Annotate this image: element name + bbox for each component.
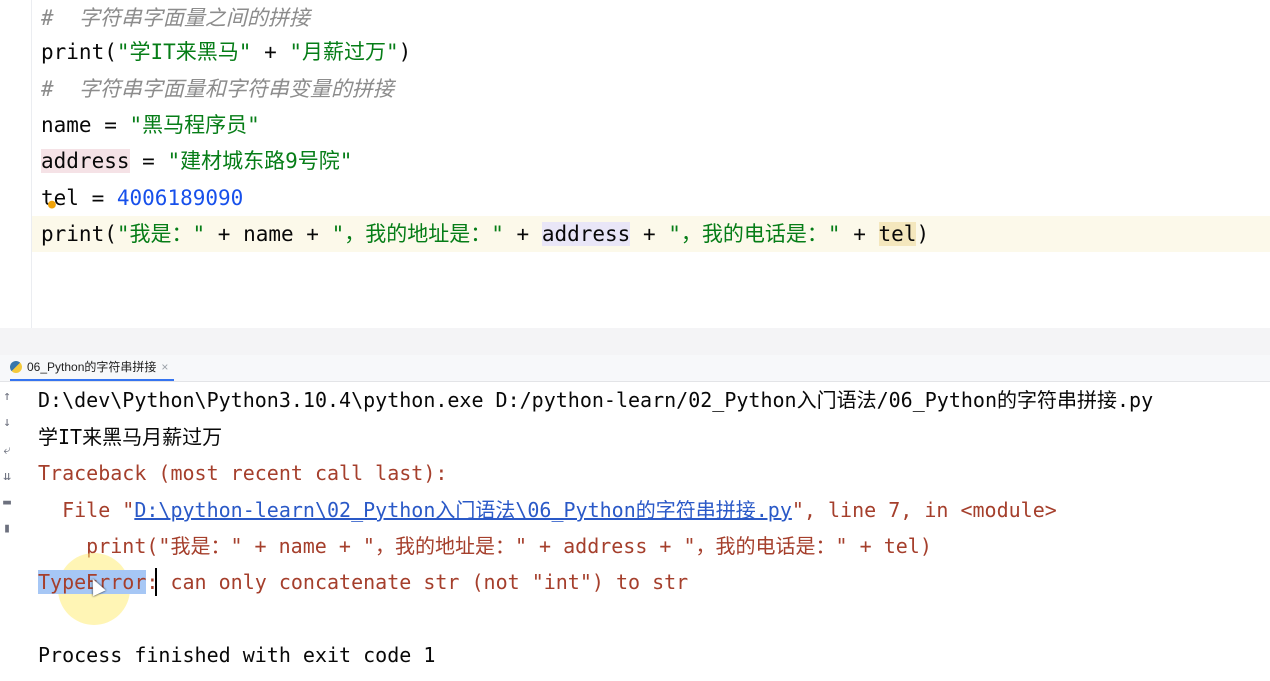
traceback-file-suffix: ", line 7, in <module>	[791, 498, 1057, 522]
code-line-print-1[interactable]: print("学IT来黑马" + "月薪过万")	[41, 34, 411, 70]
trash-icon[interactable]: ▮	[1, 522, 13, 536]
code-line-address[interactable]: address = "建材城东路9号院"	[41, 143, 352, 179]
console-process-finished: Process finished with exit code 1	[38, 643, 436, 667]
code-variable: address	[541, 222, 631, 246]
code-string: "建材城东路9号院"	[167, 149, 353, 173]
code-token: =	[78, 186, 117, 210]
panel-splitter[interactable]	[0, 328, 1270, 356]
close-icon[interactable]: ×	[161, 355, 168, 379]
console-error-line: TypeError: can only concatenate str (not…	[38, 564, 688, 600]
code-token: )	[916, 222, 930, 246]
code-token: + name +	[205, 222, 332, 246]
editor-gutter[interactable]	[0, 0, 32, 328]
code-line-name[interactable]: name = "黑马程序员"	[41, 107, 260, 143]
print-icon[interactable]: ▬	[1, 496, 13, 510]
scroll-to-end-icon[interactable]: ⇊	[1, 470, 13, 484]
code-token: )	[398, 40, 412, 64]
code-number: 4006189090	[116, 186, 244, 210]
traceback-file-prefix: File "	[38, 498, 135, 522]
up-arrow-icon[interactable]: ↑	[1, 390, 13, 404]
code-variable: address	[41, 149, 130, 173]
console-toolbar: ↑ ↓ ⤶ ⇊ ▬ ▮	[0, 382, 14, 681]
code-string: "，我的电话是："	[668, 222, 841, 246]
code-string: "黑马程序员"	[129, 113, 260, 137]
code-token: print(	[41, 40, 117, 64]
code-comment-2[interactable]: # 字符串字面量和字符串变量的拼接	[41, 71, 394, 107]
code-string: "我是："	[116, 222, 206, 246]
code-token: =	[129, 149, 168, 173]
code-editor[interactable]: # 字符串字面量之间的拼接 print("学IT来黑马" + "月薪过万") #…	[0, 0, 1270, 328]
run-tab-label: 06_Python的字符串拼接	[27, 360, 157, 374]
code-token: +	[630, 222, 669, 246]
code-token: +	[503, 222, 542, 246]
run-tab-bar: 06_Python的字符串拼接 ×	[0, 355, 1270, 382]
code-token: =	[91, 113, 130, 137]
code-variable: tel	[878, 222, 917, 246]
code-token: +	[251, 40, 290, 64]
code-line-print-2[interactable]: print("我是：" + name + "，我的地址是：" + address…	[41, 216, 929, 252]
console-traceback-code: print("我是：" + name + "，我的地址是：" + address…	[38, 534, 932, 558]
code-string: "月薪过万"	[289, 40, 399, 64]
text-caret	[155, 568, 157, 596]
lightbulb-icon[interactable]: ●	[48, 198, 60, 211]
console-command-line: D:\dev\Python\Python3.10.4\python.exe D:…	[38, 388, 1154, 412]
code-string: "学IT来黑马"	[116, 40, 252, 64]
console-traceback-file: File "D:\python-learn\02_Python入门语法\06_P…	[38, 492, 1057, 528]
down-arrow-icon[interactable]: ↓	[1, 416, 13, 430]
code-line-tel[interactable]: tel = 4006189090	[41, 180, 243, 216]
code-comment-1[interactable]: # 字符串字面量之间的拼接	[41, 0, 310, 36]
code-string: "，我的地址是："	[331, 222, 504, 246]
console-traceback-header: Traceback (most recent call last):	[38, 461, 448, 485]
code-token: print(	[41, 222, 117, 246]
console-output-line: 学IT来黑马月薪过万	[38, 425, 223, 449]
code-variable: name	[41, 113, 92, 137]
error-message: : can only concatenate str (not "int") t…	[146, 570, 689, 594]
code-token: +	[840, 222, 879, 246]
python-file-icon	[10, 361, 22, 373]
soft-wrap-icon[interactable]: ⤶	[1, 444, 13, 458]
run-tab[interactable]: 06_Python的字符串拼接 ×	[10, 355, 175, 381]
traceback-file-link[interactable]: D:\python-learn\02_Python入门语法\06_Python的…	[134, 498, 792, 522]
